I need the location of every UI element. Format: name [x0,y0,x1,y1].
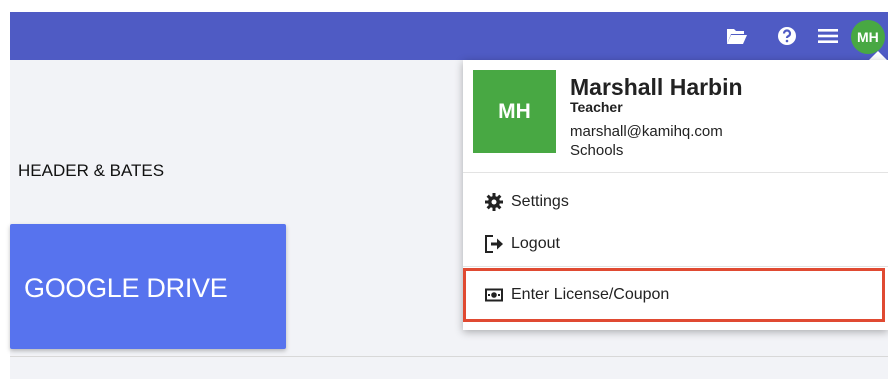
settings-menu-item[interactable]: Settings [463,184,888,220]
user-menu-dropdown: MH Marshall Harbin Teacher marshall@kami… [463,60,888,330]
divider [10,356,888,357]
user-avatar: MH [473,70,556,153]
settings-label: Settings [511,193,569,210]
license-card-icon [483,284,505,306]
folder-open-icon[interactable] [722,12,752,60]
user-email: marshall@kamihq.com [570,123,723,140]
google-drive-button[interactable]: GOOGLE DRIVE [10,224,286,349]
google-drive-label: GOOGLE DRIVE [24,273,228,303]
menu-divider [463,172,888,173]
menu-divider [463,266,888,267]
user-name: Marshall Harbin [570,74,743,100]
logout-icon [483,233,505,255]
help-icon[interactable] [774,12,800,60]
user-organization: Schools [570,142,624,159]
enter-license-coupon-label: Enter License/Coupon [511,286,670,303]
logout-label: Logout [511,235,560,252]
menu-icon[interactable] [815,12,841,60]
logout-menu-item[interactable]: Logout [463,226,888,262]
user-role: Teacher [570,99,623,115]
user-avatar-button[interactable]: MH [851,20,885,54]
header-bates-label[interactable]: HEADER & BATES [18,161,164,181]
dropdown-caret [869,51,887,60]
top-bar [10,12,888,60]
gear-icon [483,191,505,213]
enter-license-coupon-menu-item[interactable]: Enter License/Coupon [463,268,885,322]
